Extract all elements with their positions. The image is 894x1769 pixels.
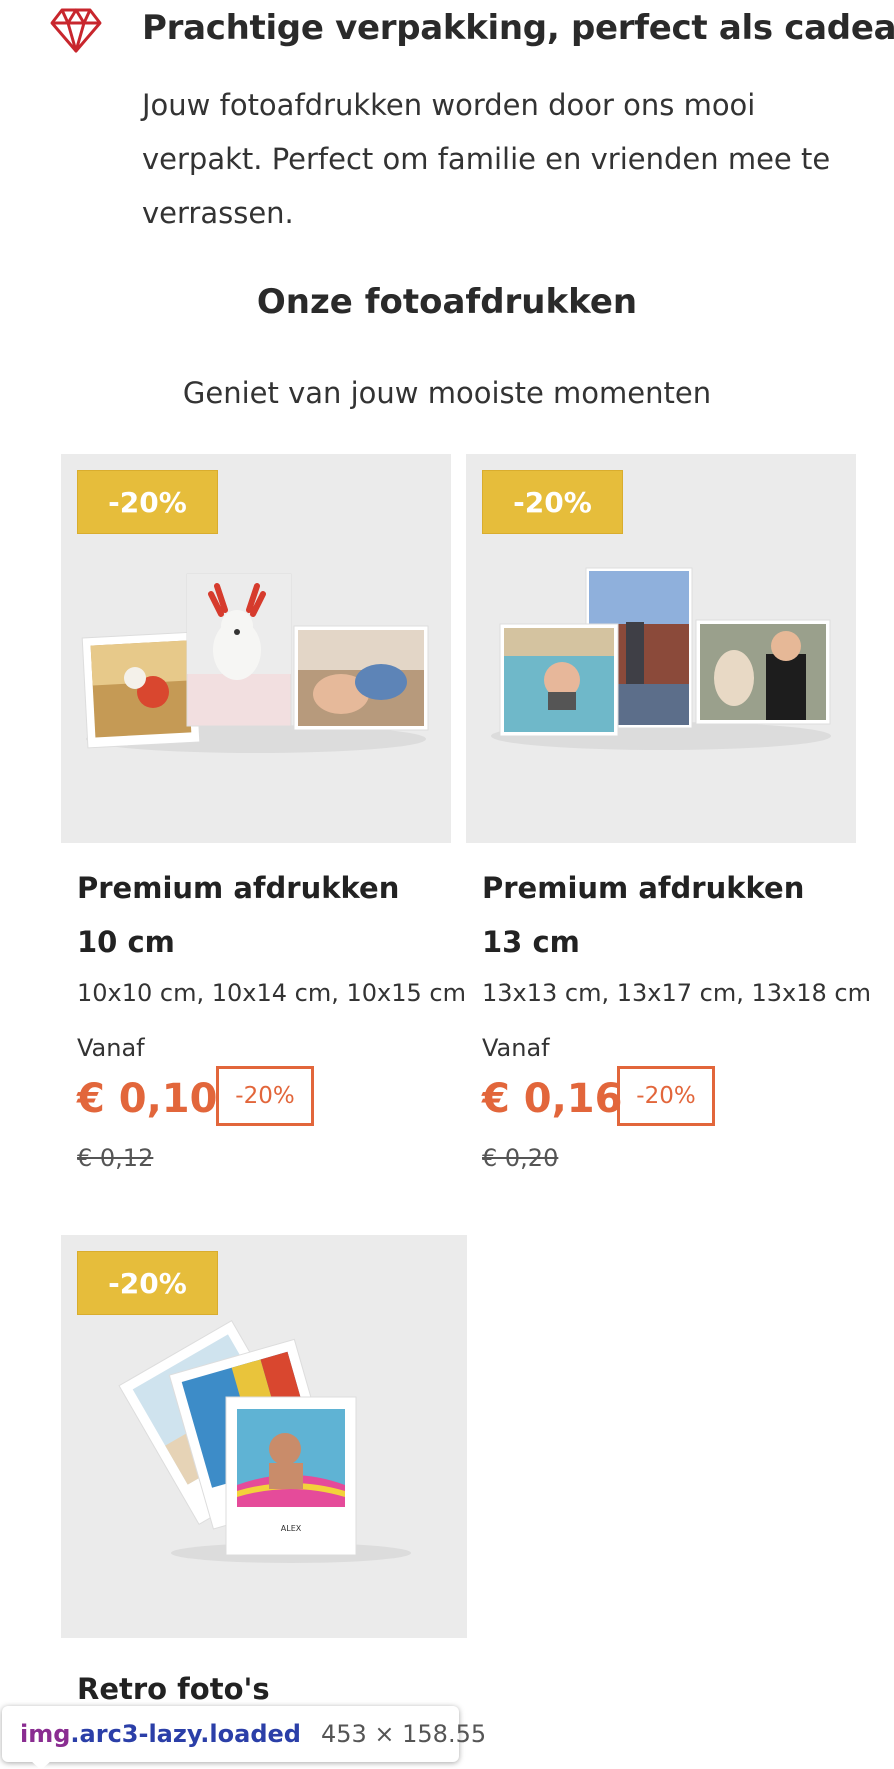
tooltip-arrow — [30, 1760, 52, 1769]
old-price: € 0,20 — [482, 1144, 559, 1172]
product-card-premium-13[interactable]: -20% Premium afdrukken 13 cm 13x13 cm, 1… — [466, 454, 871, 1174]
product-image[interactable]: ALEX -20% — [61, 1235, 467, 1638]
product-image[interactable]: -20% — [61, 454, 451, 843]
product-title[interactable]: Premium afdrukken 13 cm — [482, 861, 842, 969]
devtools-element-tooltip: img .arc3-lazy.loaded 453 × 158.55 — [2, 1706, 486, 1762]
tooltip-dimensions: 453 × 158.55 — [320, 1720, 487, 1748]
discount-badge: -20% — [482, 470, 623, 534]
feature-title: Prachtige verpakking, perfect als cadeau — [142, 8, 894, 48]
product-sizes: 13x13 cm, 13x17 cm, 13x18 cm — [482, 979, 871, 1007]
price-from-label: Vanaf — [77, 1034, 145, 1062]
price-discount-badge: -20% — [216, 1066, 314, 1126]
old-price: € 0,12 — [77, 1144, 154, 1172]
diamond-icon — [50, 8, 102, 53]
product-price: € 0,16 — [482, 1076, 623, 1122]
product-sizes: 10x10 cm, 10x14 cm, 10x15 cm — [77, 979, 466, 1007]
product-card-retro[interactable]: ALEX -20% Retro foto's — [61, 1235, 467, 1715]
feature-description: Jouw fotoafdrukken worden door ons mooi … — [142, 88, 831, 230]
polaroid-caption: ALEX — [281, 1524, 302, 1533]
product-title[interactable]: Premium afdrukken 10 cm — [77, 861, 437, 969]
price-discount-badge: -20% — [617, 1066, 715, 1126]
product-card-premium-10[interactable]: -20% Premium afdrukken 10 cm 10x10 cm, 1… — [61, 454, 466, 1174]
tooltip-classes: .arc3-lazy.loaded — [70, 1720, 301, 1748]
discount-badge: -20% — [77, 1251, 218, 1315]
section-title: Onze fotoafdrukken — [256, 282, 638, 322]
tooltip-tag: img — [20, 1720, 71, 1748]
product-image[interactable]: -20% — [466, 454, 856, 843]
price-from-label: Vanaf — [482, 1034, 550, 1062]
section-subtitle: Geniet van jouw mooiste momenten — [182, 376, 712, 410]
product-price: € 0,10 — [77, 1076, 218, 1122]
discount-badge: -20% — [77, 470, 218, 534]
